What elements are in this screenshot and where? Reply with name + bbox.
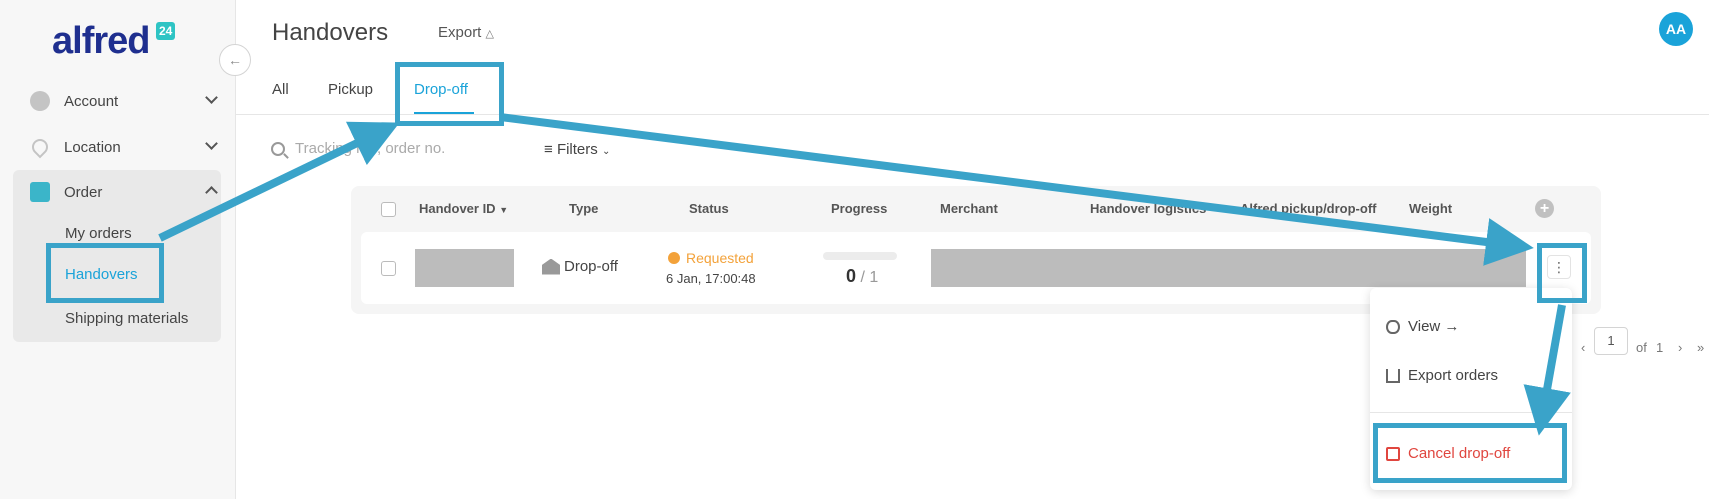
status-date: 6 Jan, 17:00:48 [666,271,756,286]
column-header-status: Status [689,201,729,216]
column-header-label: Handover ID [419,201,496,216]
highlight-cancel-drop-off [1373,423,1567,483]
sidebar-item-label: Location [64,138,121,156]
menu-item-label: View → [1408,318,1460,335]
type-label: Drop-off [564,258,618,275]
location-pin-icon [28,135,52,159]
search-placeholder: Tracking no., order no. [295,140,446,157]
logo-badge: 24 [156,22,176,40]
column-header-progress: Progress [831,201,888,216]
sidebar-item-label: Order [64,183,103,201]
next-page-button[interactable]: › [1678,340,1682,355]
row-checkbox[interactable] [381,261,396,276]
chevron-up-icon [205,186,218,199]
alfred24-logo[interactable]: alfred 24 [52,18,182,62]
pagination-total: 1 [1656,340,1664,355]
avatar[interactable]: AA [1659,12,1693,46]
sidebar-subitem-my-orders[interactable]: My orders [65,225,132,242]
progress-bar [823,252,897,260]
box-icon [30,182,50,202]
progress-total: / 1 [860,269,879,286]
collapse-sidebar-button[interactable]: ← [219,44,251,76]
sort-icon: ▼ [499,205,509,215]
export-button[interactable]: Export △ [438,24,494,41]
select-all-checkbox[interactable] [381,202,396,217]
sidebar-item-location[interactable]: Location [28,133,218,161]
highlight-drop-off-tab [395,62,504,126]
chevron-down-icon: ⌄ [601,146,611,157]
app-root: alfred 24 Account Location Order My orde… [0,0,1709,499]
tab-all[interactable]: All [272,81,289,98]
column-header-handover-logistics: Handover logistics [1090,201,1207,216]
house-icon [542,258,560,275]
share-icon [1386,368,1400,383]
arrow-left-icon: ← [228,52,242,68]
filter-icon: ≡ [544,141,553,158]
sidebar-item-label: Account [64,92,119,110]
search-input[interactable]: Tracking no., order no. [271,140,445,157]
status-label: Requested [686,250,754,266]
prev-page-button[interactable]: ‹ [1581,340,1585,355]
status-dot-icon [668,252,680,264]
sidebar-item-account[interactable]: Account [30,87,218,115]
status-badge: Requested [668,250,754,266]
sidebar-subitem-shipping-materials[interactable]: Shipping materials [65,310,188,327]
menu-divider [1370,412,1572,413]
user-icon [30,91,50,111]
menu-item-label: Export orders [1408,367,1499,384]
page-title: Handovers [272,19,389,46]
menu-item-view[interactable]: View → [1386,318,1459,335]
logo-text: alfred [52,20,150,62]
export-label: Export [438,24,482,41]
sidebar-item-order[interactable]: Order [30,178,218,206]
redacted-handover-id [415,249,514,287]
filters-label: Filters [556,141,598,158]
page-number-input[interactable]: 1 [1594,327,1628,355]
filters-button[interactable]: ≡ Filters ⌄ [544,141,610,158]
progress-done: 0 [846,266,857,286]
add-column-icon[interactable]: + [1535,199,1554,218]
highlight-handovers [46,243,164,303]
progress-text: 0 / 1 [846,266,878,287]
chevron-down-icon [205,137,218,150]
lock-icon: △ [485,28,494,40]
column-header-type: Type [569,201,599,216]
redacted-row-details [931,249,1526,287]
column-header-merchant: Merchant [940,201,998,216]
last-page-button[interactable]: » [1697,340,1704,355]
column-header-alfred-pickup-drop-off: Alfred pickup/drop-off [1240,201,1377,216]
column-header-weight: Weight [1409,201,1453,216]
menu-item-export-orders[interactable]: Export orders [1386,367,1498,384]
column-header-handover-id[interactable]: Handover ID ▼ [419,201,508,216]
eye-icon [1386,319,1400,334]
type-cell: Drop-off [542,258,618,275]
tab-pickup[interactable]: Pickup [328,81,373,98]
highlight-row-actions [1537,243,1587,303]
chevron-down-icon [205,91,218,104]
pagination-of: of [1636,340,1647,355]
search-icon [271,141,285,156]
